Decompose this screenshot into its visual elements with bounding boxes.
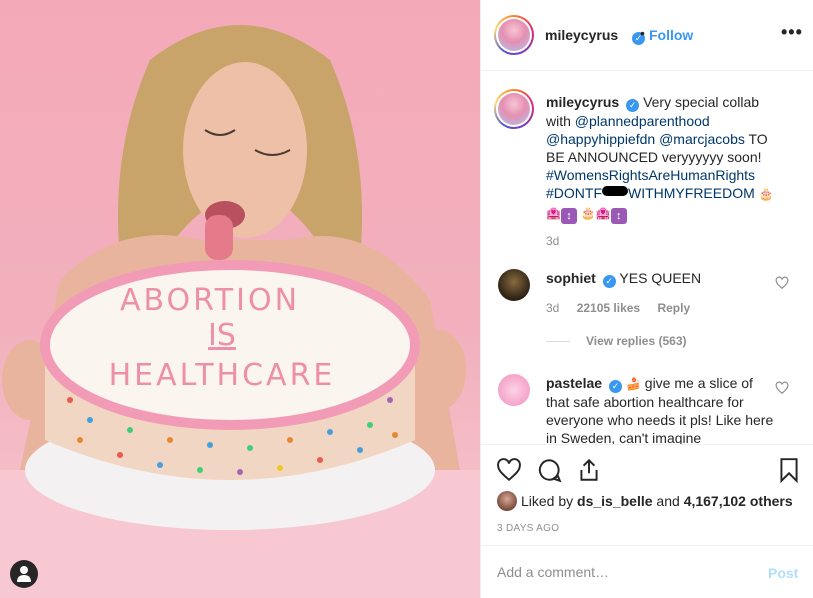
post-comment-button[interactable]: Post — [768, 565, 798, 581]
liked-by-prefix: Liked by — [521, 493, 578, 509]
bookmark-icon[interactable] — [776, 457, 802, 483]
more-options-icon[interactable]: ••• — [781, 22, 803, 43]
like-comment-icon[interactable] — [775, 381, 789, 395]
love-hotel-emoji: 🏩 — [595, 206, 611, 220]
mention-link[interactable]: @happyhippiefdn — [546, 131, 655, 147]
hashtag-part: #DONTF — [546, 185, 602, 201]
verified-badge-icon: ✓ — [609, 380, 623, 393]
verified-badge-icon: ✓ — [602, 275, 616, 288]
elevator-emoji: ↕ — [610, 208, 627, 224]
tagged-users-button[interactable] — [10, 560, 38, 588]
commenter-avatar[interactable] — [498, 269, 530, 301]
caption-username[interactable]: mileycyrus — [546, 94, 619, 110]
comment: pastelae ✓ 🍰 give me a slice of that safe… — [481, 366, 813, 444]
post-image[interactable]: ABORTION IS HEALTHCARE — [0, 0, 480, 598]
comment-input[interactable] — [497, 560, 747, 584]
cake-line-2: IS — [208, 318, 236, 353]
post-timestamp[interactable]: 3 DAYS AGO — [497, 523, 559, 534]
like-comment-icon[interactable] — [775, 276, 789, 290]
user-icon — [17, 566, 31, 582]
mention-link[interactable]: @marcjacobs — [659, 131, 745, 147]
reply-button[interactable]: Reply — [657, 301, 690, 315]
cake-line-1: ABORTION — [120, 283, 300, 318]
share-icon[interactable] — [576, 457, 602, 483]
post-actions: Liked by ds_is_belle and 4,167,102 other… — [481, 444, 813, 545]
censor-bar — [602, 186, 628, 196]
likes-summary: Liked by ds_is_belle and 4,167,102 other… — [497, 491, 793, 511]
add-comment-bar: Post — [481, 545, 813, 598]
elevator-emoji: ↕ — [560, 208, 577, 224]
author-username[interactable]: mileycyrus — [545, 27, 618, 43]
comment-age[interactable]: 3d — [546, 301, 559, 315]
caption-meta: 3d — [546, 234, 573, 248]
follow-button[interactable]: Follow — [649, 27, 693, 43]
comment-meta: 3d 22105 likes Reply — [546, 301, 704, 315]
hashtag-link[interactable]: #DONTF WITHMYFREEDOM — [546, 185, 755, 201]
comment-text: sophiet ✓ YES QUEEN — [546, 269, 774, 288]
mention-link[interactable]: @plannedparenthood — [575, 113, 710, 129]
post-header: mileycyrus ✓ • Follow ••• — [481, 0, 813, 71]
caption-age[interactable]: 3d — [546, 234, 559, 248]
comment-text: pastelae ✓ 🍰 give me a slice of that safe… — [546, 374, 774, 444]
caption-avatar[interactable] — [494, 89, 534, 129]
liked-by-and: and — [652, 493, 684, 509]
commenter-username[interactable]: pastelae — [546, 375, 602, 391]
cake-slice-emoji: 🍰 — [625, 377, 641, 391]
view-replies-button[interactable]: View replies (563) — [586, 334, 687, 348]
cake-emoji: 🎂 — [580, 206, 596, 220]
comment-body: YES QUEEN — [619, 270, 702, 286]
comment: sophiet ✓ YES QUEEN 3d 22105 likes Reply … — [481, 261, 813, 361]
likes-others-count[interactable]: 4,167,102 others — [684, 493, 793, 509]
liker-username[interactable]: ds_is_belle — [577, 493, 653, 509]
commenter-username[interactable]: sophiet — [546, 270, 596, 286]
caption: mileycyrus ✓ Very special collab with @pl… — [481, 71, 813, 261]
hashtag-link[interactable]: #WomensRightsAreHumanRights — [546, 167, 755, 183]
author-avatar[interactable] — [494, 15, 534, 55]
commenter-avatar[interactable] — [498, 374, 530, 406]
liker-avatar[interactable] — [497, 491, 517, 511]
post-panel: mileycyrus ✓ • Follow ••• mileycyrus ✓ Ve… — [480, 0, 813, 598]
comment-likes[interactable]: 22105 likes — [577, 301, 640, 315]
cake-lettering: ABORTION IS HEALTHCARE — [109, 283, 336, 393]
verified-badge-icon: ✓ — [626, 99, 640, 112]
cake-emoji: 🎂 — [758, 187, 774, 201]
love-hotel-emoji: 🏩 — [546, 206, 561, 220]
caption-text: mileycyrus ✓ Very special collab with @pl… — [546, 93, 774, 224]
separator-dot: • — [640, 25, 645, 41]
comments-list[interactable]: mileycyrus ✓ Very special collab with @pl… — [481, 71, 813, 444]
cake-line-3: HEALTHCARE — [109, 358, 336, 393]
like-heart-icon[interactable] — [496, 457, 522, 483]
hashtag-part: WITHMYFREEDOM — [628, 185, 755, 201]
comment-bubble-icon[interactable] — [536, 457, 562, 483]
